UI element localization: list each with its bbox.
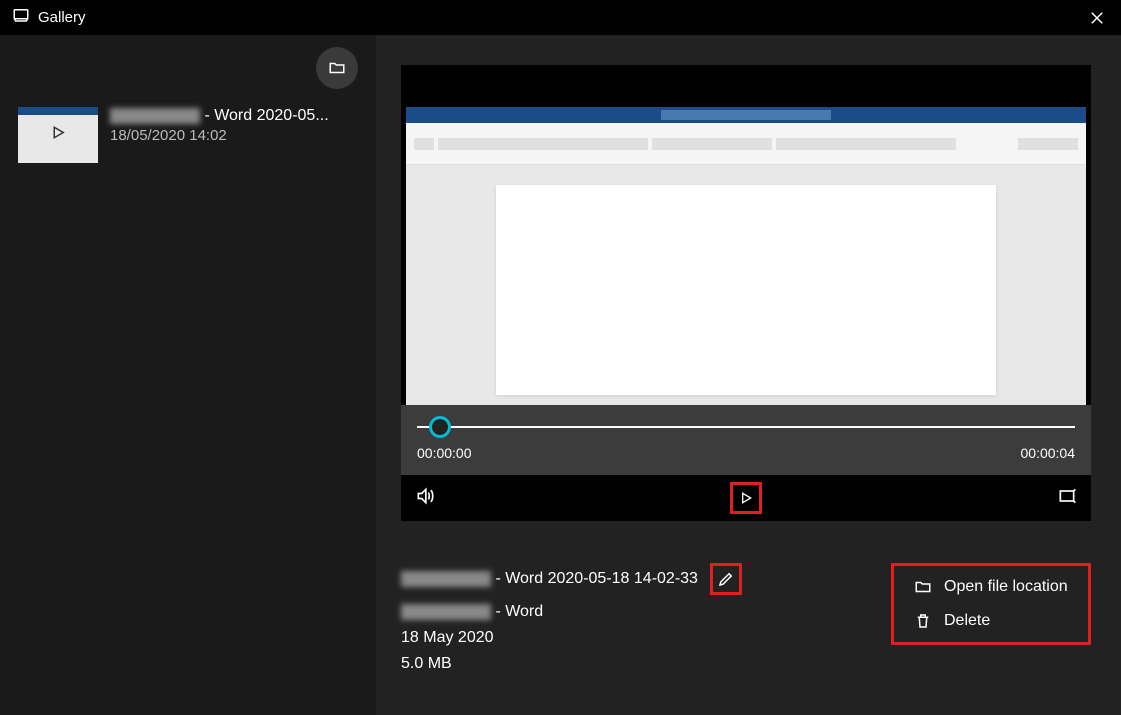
- delete-button[interactable]: Delete: [914, 612, 1068, 630]
- fullscreen-icon[interactable]: [1057, 486, 1077, 511]
- open-file-location-button[interactable]: Open file location: [914, 578, 1068, 596]
- main-panel: 00:00:00 00:00:04 - Word 2020-05-18: [376, 35, 1121, 715]
- video-frame[interactable]: [401, 65, 1091, 405]
- app-name: - Word: [401, 603, 742, 621]
- file-date: 18 May 2020: [401, 629, 742, 647]
- close-button[interactable]: [1085, 6, 1109, 30]
- open-folder-button[interactable]: [316, 47, 358, 89]
- recording-title: - Word 2020-05...: [110, 107, 329, 125]
- scrubber[interactable]: 00:00:00 00:00:04: [401, 405, 1091, 475]
- play-button[interactable]: [730, 482, 762, 514]
- gallery-icon: [12, 6, 30, 29]
- file-actions: Open file location Delete: [891, 563, 1091, 645]
- current-time: 00:00:00: [417, 445, 472, 461]
- file-size: 5.0 MB: [401, 655, 742, 673]
- scrubber-handle[interactable]: [429, 416, 451, 438]
- volume-icon[interactable]: [415, 486, 435, 511]
- recording-thumbnail: [18, 107, 98, 163]
- video-player: 00:00:00 00:00:04: [401, 65, 1091, 521]
- file-name: - Word 2020-05-18 14-02-33: [401, 570, 698, 588]
- rename-button[interactable]: [710, 563, 742, 595]
- window-title: Gallery: [38, 9, 86, 26]
- duration: 00:00:04: [1021, 445, 1076, 461]
- recording-list-item[interactable]: - Word 2020-05... 18/05/2020 14:02: [18, 107, 358, 163]
- sidebar: - Word 2020-05... 18/05/2020 14:02: [0, 35, 376, 715]
- window-header: Gallery: [0, 0, 1121, 35]
- play-icon: [49, 124, 67, 147]
- recording-date: 18/05/2020 14:02: [110, 127, 329, 144]
